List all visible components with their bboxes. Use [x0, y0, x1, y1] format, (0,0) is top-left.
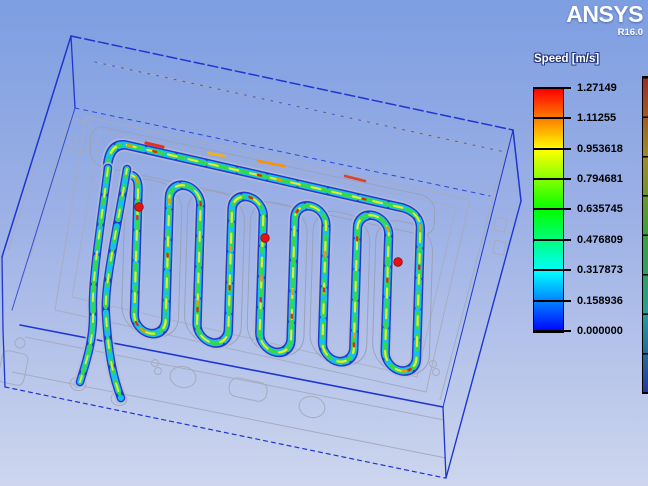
legend-tick: 1.27149: [533, 82, 617, 94]
legend-tick-label: 0.953618: [577, 143, 623, 155]
legend-tick-line: [533, 87, 571, 88]
box-edge-left: [2, 36, 71, 257]
box-edge-left-lower: [2, 257, 5, 387]
legend-tick-label: 0.158936: [577, 295, 623, 307]
screw-hole: [155, 368, 162, 375]
ansys-logo: ANSYS R16.0: [566, 3, 643, 38]
screw-hole: [15, 338, 25, 348]
legend-tick: 0.000000: [533, 325, 623, 337]
corner-bracket-hole: [69, 137, 77, 145]
legend-tick: 0.317873: [533, 264, 623, 276]
legend-tick-line: [533, 330, 571, 331]
legend-tick-line: [533, 239, 571, 240]
legend-tick-line: [533, 178, 571, 179]
legend-tick-label: 1.27149: [577, 82, 617, 94]
right-face-inner-line: [440, 140, 508, 400]
right-face-detail-2: [493, 240, 506, 255]
probe-marker: [261, 234, 270, 243]
legend-tick-line: [533, 300, 571, 301]
legend-tick-line: [533, 117, 571, 118]
legend-tick-line: [533, 148, 571, 149]
legend-tick-label: 0.635745: [577, 203, 623, 215]
legend-tick: 0.158936: [533, 295, 623, 307]
legend-tick-label: 0.317873: [577, 264, 623, 276]
ansys-release-text: R16.0: [566, 28, 643, 38]
ansys-brand-text: ANSYS: [566, 3, 643, 26]
box-edge-right-bottom: [443, 407, 446, 478]
legend-tick: 1.11255: [533, 112, 616, 124]
left-face-line-1: [8, 162, 36, 250]
legend-tick-label: 0.000000: [577, 325, 623, 337]
legend-tick-label: 1.11255: [577, 112, 616, 124]
legend-tick: 0.953618: [533, 143, 623, 155]
legend-tick-line: [533, 269, 571, 270]
secondary-colorbar-strip: [642, 76, 648, 394]
box-edge-back-top: [71, 36, 513, 130]
probe-marker: [394, 258, 403, 267]
legend-tick: 0.635745: [533, 203, 623, 215]
screw-hole: [433, 369, 440, 376]
box-edge-hidden-bottom: [5, 387, 445, 478]
box-edge-right-outer: [446, 201, 521, 478]
legend-tick-label: 0.476809: [577, 234, 623, 246]
legend-tick-label: 0.794681: [577, 173, 623, 185]
front-hole-circle-2: [297, 394, 327, 420]
probe-marker: [135, 203, 144, 212]
front-hole-slot-1: [228, 376, 269, 402]
legend-tick: 0.794681: [533, 173, 623, 185]
legend-tick: 0.476809: [533, 234, 623, 246]
legend-tick-line: [533, 208, 571, 209]
box-edge-right-top: [513, 130, 521, 201]
serpentine-streamlines: [80, 125, 435, 398]
box-edge-apex-vertical: [71, 36, 75, 108]
legend-title: Speed [m/s]: [534, 53, 599, 65]
right-face-detail-1: [494, 217, 507, 232]
